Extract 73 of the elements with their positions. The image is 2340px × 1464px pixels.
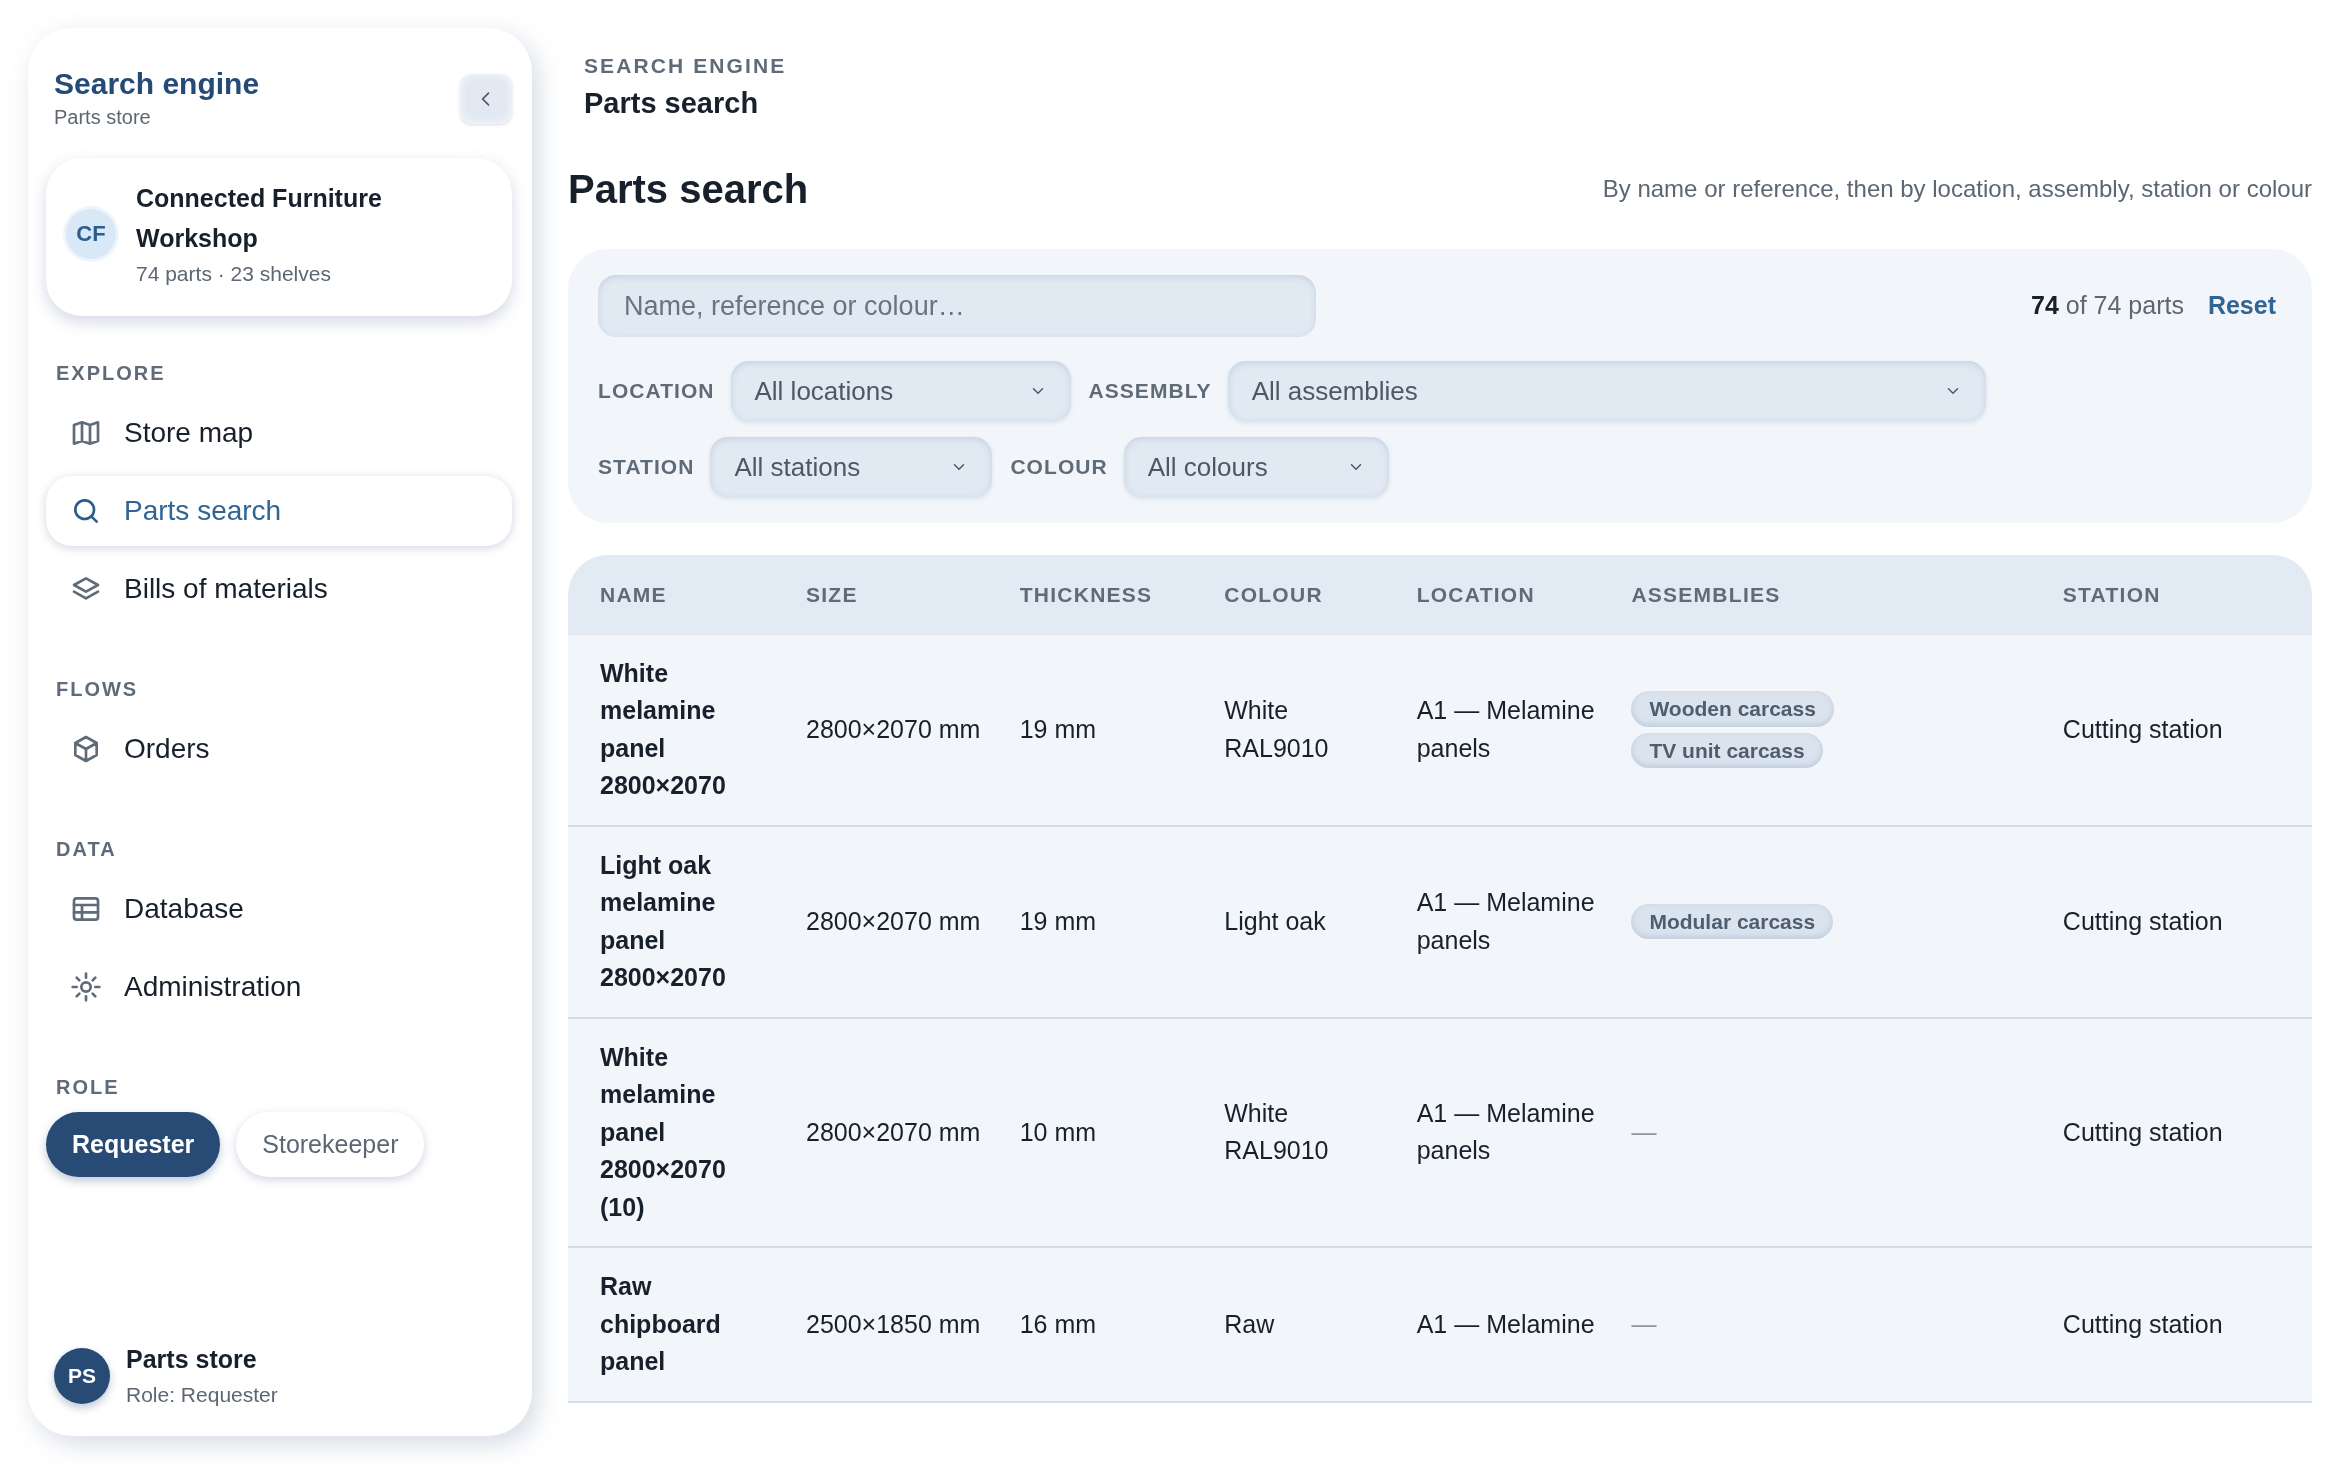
table-cell: Cutting station: [2062, 825, 2312, 1018]
table-cell: Cutting station: [2062, 1247, 2312, 1402]
assembly-tag: Modular carcass: [1631, 903, 1834, 940]
assembly-tag: Wooden carcass: [1631, 691, 1834, 727]
table-cell: Light oak melamine panel 2800×2070: [568, 825, 806, 1018]
role-toggle[interactable]: Storekeeper: [236, 1111, 425, 1177]
table-cell: Light oak: [1224, 825, 1417, 1018]
section-heading: DATA: [56, 836, 118, 862]
workspace-name: Connected Furniture Workshop: [136, 183, 383, 254]
nav-item[interactable]: Database: [46, 873, 512, 944]
column-header[interactable]: THICKNESS: [1019, 555, 1225, 635]
result-count: 74 of 74 parts: [2031, 290, 2184, 322]
assembly-tag: TV unit carcass: [1631, 732, 1823, 768]
column-header[interactable]: SIZE: [806, 555, 1020, 635]
app-subtitle: Parts store: [54, 105, 152, 130]
table-cell: White melamine panel 2800×2070 (10): [568, 1017, 806, 1247]
filter-label: STATION: [598, 454, 695, 481]
app-title: Search engine: [54, 66, 260, 102]
table-cell: 2800×2070 mm: [806, 1017, 1020, 1247]
table-cell: —: [1631, 1017, 2063, 1247]
table-cell: 2800×2070 mm: [806, 634, 1020, 826]
role-toggle[interactable]: Requester: [46, 1111, 221, 1177]
filter-label: COLOUR: [1010, 454, 1108, 481]
nav-item[interactable]: Orders: [46, 713, 512, 784]
table-cell: White RAL9010: [1224, 1017, 1417, 1247]
user-name: Parts store: [126, 1344, 258, 1375]
column-header[interactable]: COLOUR: [1224, 555, 1417, 635]
table-cell: A1 — Melamine panels: [1416, 634, 1632, 826]
collapse-button[interactable]: [460, 74, 512, 124]
table-cell: Cutting station: [2062, 1017, 2312, 1247]
table-cell: —: [1631, 1247, 2063, 1402]
reset-link[interactable]: Reset: [2207, 287, 2276, 325]
workspace-avatar: CF: [66, 208, 116, 259]
nav-item[interactable]: Store map: [46, 397, 512, 468]
table-cell: 2500×1850 mm: [806, 1247, 1020, 1402]
table-cell: Cutting station: [2062, 634, 2312, 826]
column-header[interactable]: STATION: [2062, 555, 2312, 635]
table-cell: A1 — Melamine: [1416, 1247, 1632, 1402]
column-header[interactable]: NAME: [568, 555, 806, 635]
workspace-meta: 74 parts · 23 shelves: [136, 261, 332, 287]
page-hint: By name or reference, then by location, assembly, station or colour: [1602, 174, 2312, 204]
filter-label: ASSEMBLY: [1088, 378, 1212, 405]
table-cell: Raw chipboard panel: [568, 1247, 806, 1402]
column-header[interactable]: ASSEMBLIES: [1631, 555, 2063, 635]
sun-icon: [70, 970, 102, 1003]
breadcrumb-page: Parts search: [584, 85, 760, 121]
filter-select[interactable]: All assemblies: [1227, 361, 1986, 421]
page-title: Parts search: [568, 166, 809, 213]
table-cell: 16 mm: [1019, 1247, 1225, 1402]
search-field[interactable]: Name, reference or colour…: [598, 275, 1316, 337]
user-role: Role: Requester: [126, 1381, 278, 1408]
nav-item[interactable]: Parts search: [46, 475, 512, 546]
filter-select[interactable]: All colours: [1123, 437, 1389, 497]
column-header[interactable]: LOCATION: [1416, 555, 1632, 635]
section-heading: FLOWS: [56, 676, 140, 702]
nav-item[interactable]: Bills of materials: [46, 553, 512, 624]
table-cell: 19 mm: [1019, 825, 1225, 1018]
table-cell: 19 mm: [1019, 634, 1225, 826]
nav-item[interactable]: Administration: [46, 951, 512, 1022]
filter-select[interactable]: All stations: [710, 437, 993, 497]
table-cell: White RAL9010: [1224, 634, 1417, 826]
filter-select[interactable]: All locations: [730, 361, 1071, 421]
table-cell: 2800×2070 mm: [806, 825, 1020, 1018]
breadcrumb-section: SEARCH ENGINE: [584, 50, 2312, 82]
table-cell: Raw: [1224, 1247, 1417, 1402]
user-avatar: PS: [54, 1347, 110, 1404]
table-cell: A1 — Melamine panels: [1416, 1017, 1632, 1247]
table-cell: White melamine panel 2800×2070: [568, 634, 806, 826]
table-cell: 10 mm: [1019, 1017, 1225, 1247]
filter-label: LOCATION: [598, 378, 715, 405]
section-heading: EXPLORE: [56, 360, 167, 386]
section-heading: ROLE: [56, 1074, 121, 1100]
table-cell: A1 — Melamine panels: [1416, 825, 1632, 1018]
